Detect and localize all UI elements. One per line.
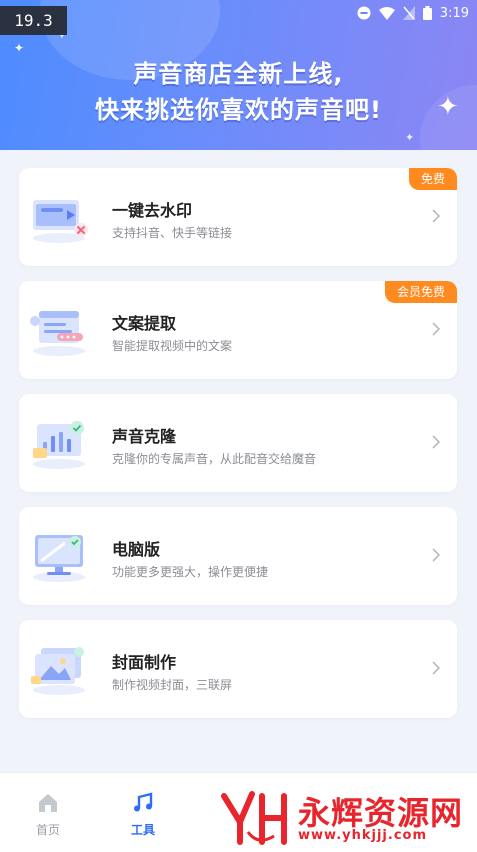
chevron-right-icon bbox=[432, 661, 441, 675]
feature-card-voice-clone[interactable]: 声音克隆 克隆你的专属声音，从此配音交给魔音 bbox=[19, 394, 457, 492]
wifi-icon bbox=[378, 6, 395, 20]
sparkle-icon: ✦ bbox=[14, 41, 25, 55]
voice-clone-icon bbox=[27, 412, 91, 472]
tab-label: 首页 bbox=[35, 823, 60, 837]
feature-title: 文案提取 bbox=[112, 314, 177, 333]
music-note-icon bbox=[134, 792, 153, 812]
feature-subtitle: 克隆你的专属声音，从此配音交给魔音 bbox=[112, 452, 317, 466]
feature-card-desktop-version[interactable]: 电脑版 功能更多更强大，操作更便捷 bbox=[19, 507, 457, 605]
watermark-logo-icon bbox=[221, 791, 287, 845]
feature-card-remove-watermark[interactable]: 免费 一键去水印 支持抖音、快手等链接 bbox=[19, 168, 457, 266]
feature-title: 一键去水印 bbox=[112, 201, 193, 220]
feature-title: 电脑版 bbox=[112, 540, 161, 559]
chevron-right-icon bbox=[432, 209, 441, 223]
free-badge: 免费 bbox=[408, 168, 457, 190]
battery-icon bbox=[422, 6, 432, 20]
promo-banner[interactable]: 声音商店全新上线, 快来挑选你喜欢的声音吧! ✦ ✦ ✦ ✦ bbox=[0, 0, 477, 150]
feature-subtitle: 制作视频封面，三联屏 bbox=[112, 678, 233, 692]
feature-subtitle: 支持抖音、快手等链接 bbox=[112, 226, 233, 240]
home-icon bbox=[39, 794, 57, 812]
video-watermark-icon bbox=[27, 186, 91, 246]
banner-title-line2: 快来挑选你喜欢的声音吧! bbox=[95, 96, 382, 124]
signal-off-icon bbox=[402, 6, 415, 20]
member-free-badge: 会员免费 bbox=[384, 281, 457, 303]
sparkle-icon: ✦ bbox=[437, 92, 459, 122]
do-not-disturb-icon bbox=[357, 6, 371, 20]
tab-home[interactable]: 首页 bbox=[0, 773, 96, 852]
document-extract-icon bbox=[27, 299, 91, 359]
watermark-url: www.yhkjjj.com bbox=[298, 828, 428, 843]
tab-label: 工具 bbox=[130, 823, 155, 837]
status-bar: 3:19 bbox=[357, 4, 469, 22]
feature-subtitle: 功能更多更强大，操作更便捷 bbox=[112, 565, 269, 579]
desktop-monitor-icon bbox=[27, 525, 91, 585]
tab-tools[interactable]: 工具 bbox=[95, 773, 191, 852]
cover-image-icon bbox=[27, 638, 91, 698]
status-time: 3:19 bbox=[439, 5, 469, 21]
sparkle-icon: ✦ bbox=[405, 131, 415, 144]
feature-card-text-extract[interactable]: 会员免费 文案提取 智能提取视频中的文案 bbox=[19, 281, 457, 379]
chevron-right-icon bbox=[432, 435, 441, 449]
feature-card-cover-maker[interactable]: 封面制作 制作视频封面，三联屏 bbox=[19, 620, 457, 718]
version-badge: 19.3 bbox=[0, 6, 67, 35]
feature-title: 封面制作 bbox=[112, 653, 177, 672]
chevron-right-icon bbox=[432, 548, 441, 562]
feature-subtitle: 智能提取视频中的文案 bbox=[112, 339, 233, 353]
banner-title-line1: 声音商店全新上线, bbox=[133, 60, 344, 88]
feature-title: 声音克隆 bbox=[112, 427, 177, 446]
chevron-right-icon bbox=[432, 322, 441, 336]
